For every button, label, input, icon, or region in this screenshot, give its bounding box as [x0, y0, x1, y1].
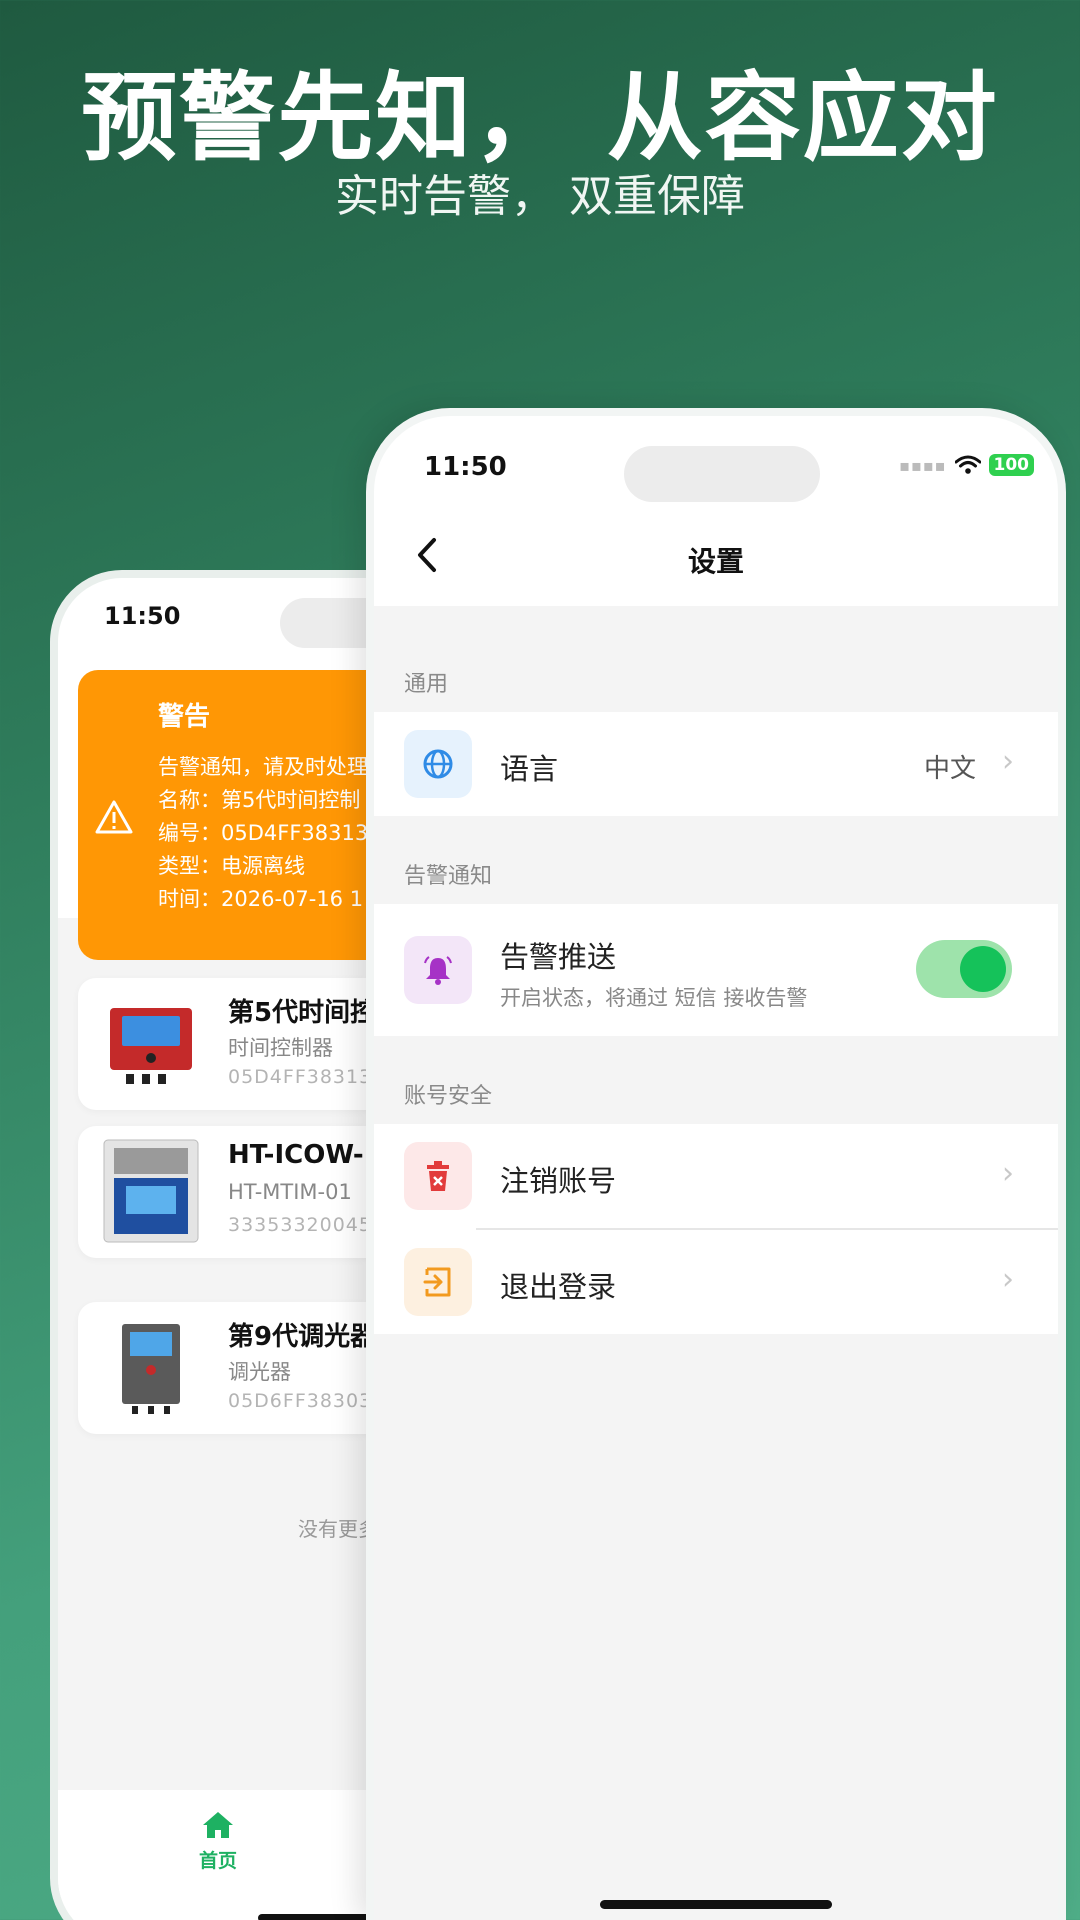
device-image: [103, 1139, 199, 1243]
cancel-account-row[interactable]: 注销账号 ›: [374, 1124, 1058, 1228]
globe-icon-wrap: [404, 730, 472, 798]
section-account-security: 账号安全: [404, 1084, 493, 1109]
battery-indicator: 100: [988, 454, 1034, 476]
alert-push-label: 告警推送: [500, 940, 617, 974]
logout-icon-wrap: [404, 1248, 472, 1316]
language-value: 中文: [923, 754, 976, 784]
device-name: HT-ICOW-: [228, 1140, 364, 1170]
device-type: HT-MTIM-01: [228, 1180, 352, 1204]
toggle-knob: [960, 946, 1006, 992]
logout-icon: [423, 1267, 451, 1297]
alert-push-toggle[interactable]: [916, 940, 1012, 998]
home-icon: [203, 1812, 233, 1838]
device-type: 调光器: [228, 1360, 291, 1384]
trash-icon: [427, 1161, 449, 1191]
status-time: 11:50: [104, 602, 181, 630]
bell-icon: [424, 956, 452, 985]
language-row[interactable]: 语言 中文 ›: [374, 712, 1058, 816]
device-name: 第9代调光器: [228, 1322, 377, 1352]
section-general: 通用: [404, 672, 449, 697]
cancel-account-label: 注销账号: [500, 1164, 617, 1198]
tab-home-label: 首页: [198, 1850, 237, 1872]
home-indicator: [600, 1900, 832, 1909]
tab-home[interactable]: 首页: [188, 1810, 248, 1873]
status-time: 11:50: [424, 452, 507, 482]
trash-icon-wrap: [404, 1142, 472, 1210]
device-code: 33353320045: [228, 1214, 372, 1236]
bell-icon-wrap: [404, 936, 472, 1004]
device-name: 第5代时间控: [228, 998, 377, 1028]
hero-headline: 预警先知， 从容应对: [81, 61, 999, 174]
signal-icon: ▪▪▪▪: [899, 455, 947, 475]
alert-push-description: 开启状态，将通过 短信 接收告警: [500, 986, 808, 1010]
alert-push-row: 告警推送 开启状态，将通过 短信 接收告警: [374, 904, 1058, 1036]
device-code: 05D4FF38313: [228, 1066, 373, 1088]
status-icons: ▪▪▪▪ 100: [899, 454, 1034, 476]
chevron-right-icon: ›: [1002, 744, 1014, 779]
warning-icon: [95, 800, 133, 834]
dynamic-island: [624, 446, 820, 502]
chevron-right-icon: ›: [1002, 1262, 1014, 1297]
device-image: [122, 1324, 180, 1414]
section-alert-notify: 告警通知: [404, 864, 493, 889]
logout-label: 退出登录: [500, 1270, 617, 1304]
device-image: [110, 1008, 192, 1084]
nav-header: 11:50 ▪▪▪▪ 100 设置: [374, 416, 1058, 606]
device-code: 05D6FF38303: [228, 1390, 373, 1412]
device-type: 时间控制器: [228, 1036, 333, 1060]
logout-row[interactable]: 退出登录 ›: [374, 1230, 1058, 1334]
account-rows: 注销账号 › 退出登录 ›: [374, 1124, 1058, 1334]
hero-subline: 实时告警， 双重保障: [335, 171, 745, 222]
language-label: 语言: [500, 752, 559, 786]
page-title: 设置: [687, 545, 744, 578]
front-phone: 11:50 ▪▪▪▪ 100 设置 通用 语言 中文 › 告警通知 告警推送 开…: [366, 408, 1066, 1920]
globe-icon: [423, 749, 453, 779]
chevron-right-icon: ›: [1002, 1156, 1014, 1191]
wifi-icon: [954, 455, 981, 474]
